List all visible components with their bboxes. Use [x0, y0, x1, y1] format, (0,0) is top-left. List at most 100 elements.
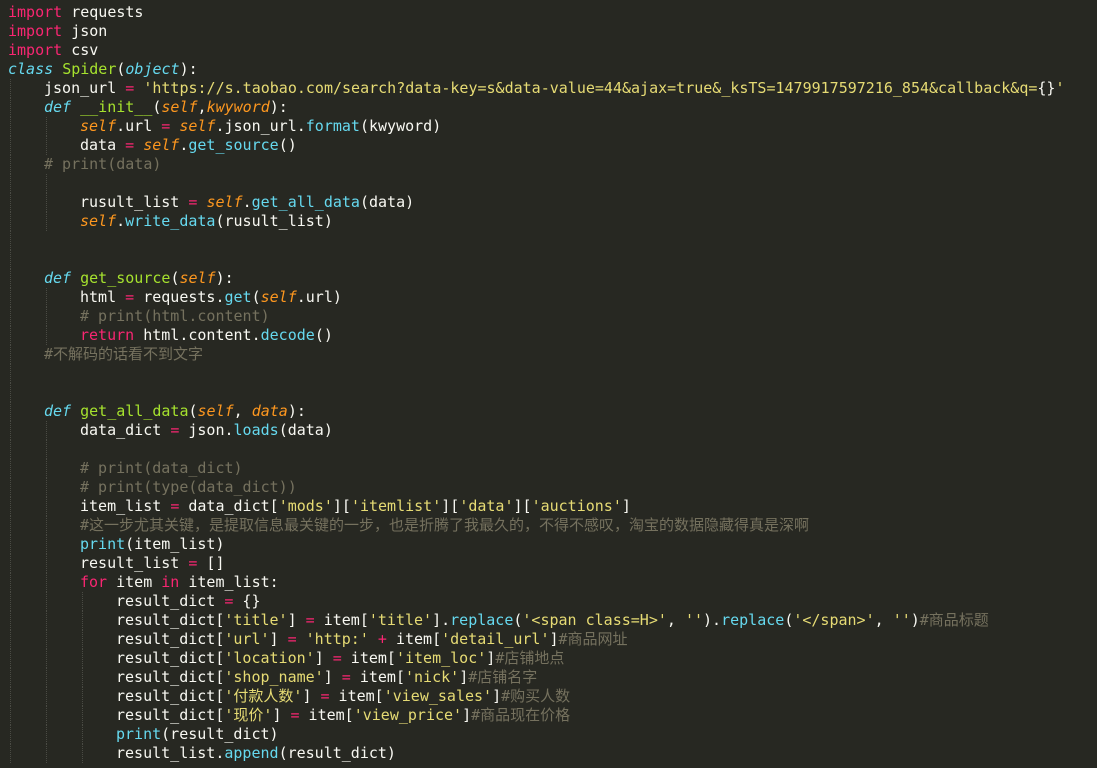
indent-guide	[46, 725, 48, 744]
code-line[interactable]: #这一步尤其关键，是提取信息最关键的一步，也是折腾了我最久的，不得不感叹，淘宝的…	[0, 516, 1097, 535]
code-line[interactable]	[0, 174, 1097, 193]
code-line-content: return html.content.decode()	[8, 326, 333, 344]
indent-guide	[10, 554, 12, 573]
code-line[interactable]: return html.content.decode()	[0, 326, 1097, 345]
code-area[interactable]: import requests import json import csv clas…	[0, 0, 1097, 763]
code-token: requests.	[134, 288, 225, 306]
code-line[interactable]: rusult_list = self.get_all_data(data)	[0, 193, 1097, 212]
code-line[interactable]	[0, 383, 1097, 402]
code-token: __init__	[80, 98, 153, 116]
indent-guide	[10, 345, 12, 364]
code-line[interactable]: json_url = 'https://s.taobao.com/search?…	[0, 79, 1097, 98]
code-line[interactable]: import requests	[0, 3, 1097, 22]
indent-guide	[10, 706, 12, 725]
indent-guide	[46, 535, 48, 554]
code-line[interactable]: result_dict['shop_name'] = item['nick']#…	[0, 668, 1097, 687]
code-token: =	[287, 630, 297, 648]
code-token: =	[170, 421, 180, 439]
indent-guide	[82, 744, 84, 763]
code-line[interactable]: def __init__(self,kwyword):	[0, 98, 1097, 117]
code-line-content: print(item_list)	[8, 535, 225, 553]
code-line[interactable]: self.write_data(rusult_list)	[0, 212, 1097, 231]
code-line[interactable]	[0, 250, 1097, 269]
code-line[interactable]: print(item_list)	[0, 535, 1097, 554]
indent-guide	[10, 478, 12, 497]
indent-guide	[82, 725, 84, 744]
code-line[interactable]: result_list = []	[0, 554, 1097, 573]
code-token: ]	[459, 668, 469, 686]
code-line[interactable]: #不解码的话看不到文字	[0, 345, 1097, 364]
code-token: get_all_data	[80, 402, 189, 420]
code-token: ]	[287, 611, 306, 629]
code-line[interactable]: # print(data_dict)	[0, 459, 1097, 478]
code-token: ):	[215, 269, 234, 287]
code-token: =	[305, 611, 315, 629]
code-line[interactable]: # print(data)	[0, 155, 1097, 174]
code-token: ()	[278, 136, 297, 154]
indent-guide	[10, 288, 12, 307]
code-line-content: # print(type(data_dict))	[8, 478, 297, 496]
code-token: .	[116, 212, 126, 230]
code-token: in	[161, 573, 180, 591]
code-token: # print(data)	[44, 155, 162, 173]
code-line[interactable]: data = self.get_source()	[0, 136, 1097, 155]
code-token: print	[116, 725, 162, 743]
code-token: {}	[233, 592, 261, 610]
code-line-content: def __init__(self,kwyword):	[8, 98, 288, 116]
code-token: item[	[314, 611, 369, 629]
indent-guide	[46, 573, 48, 592]
code-line-content: class Spider(object):	[8, 60, 198, 78]
code-token: {}	[1037, 79, 1056, 97]
indent-guide	[46, 136, 48, 155]
code-token: ,	[874, 611, 893, 629]
code-token: result_list	[80, 554, 189, 572]
code-line[interactable]: def get_source(self):	[0, 269, 1097, 288]
code-line-content: self.url = self.json_url.format(kwyword)	[8, 117, 441, 135]
code-line[interactable]: html = requests.get(self.url)	[0, 288, 1097, 307]
code-line[interactable]: import json	[0, 22, 1097, 41]
code-editor[interactable]: import requests import json import csv clas…	[0, 0, 1097, 768]
indent-guide	[46, 174, 48, 193]
indent-guide	[10, 193, 12, 212]
code-line[interactable]: result_dict['现价'] = item['view_price']#商…	[0, 706, 1097, 725]
code-line-content: result_list.append(result_dict)	[8, 744, 396, 762]
code-token: result_dict[	[116, 668, 225, 686]
code-line-content: data = self.get_source()	[8, 136, 297, 154]
code-line[interactable]: import csv	[0, 41, 1097, 60]
code-line[interactable]: self.url = self.json_url.format(kwyword)	[0, 117, 1097, 136]
code-token: =	[125, 79, 135, 97]
code-line[interactable]	[0, 231, 1097, 250]
code-token: self	[260, 288, 297, 306]
code-line[interactable]: def get_all_data(self, data):	[0, 402, 1097, 421]
code-token: Spider	[62, 60, 117, 78]
code-line[interactable]: result_dict = {}	[0, 592, 1097, 611]
code-token: import	[8, 22, 63, 40]
indent-guide	[10, 364, 12, 383]
code-line[interactable]: result_dict['url'] = 'http:' + item['det…	[0, 630, 1097, 649]
code-line-content: result_dict['现价'] = item['view_price']#商…	[8, 706, 570, 724]
code-line[interactable]: result_list.append(result_dict)	[0, 744, 1097, 763]
code-line[interactable]	[0, 364, 1097, 383]
code-line[interactable]: class Spider(object):	[0, 60, 1097, 79]
indent-guide	[10, 440, 12, 459]
code-line[interactable]: item_list = data_dict['mods']['itemlist'…	[0, 497, 1097, 516]
code-token: get_source	[80, 269, 171, 287]
code-token: self	[80, 117, 117, 135]
code-line[interactable]: data_dict = json.loads(data)	[0, 421, 1097, 440]
code-token: ]	[462, 706, 472, 724]
code-token: '付款人数'	[224, 687, 303, 705]
code-token: result_dict[	[116, 630, 225, 648]
code-token: append	[224, 744, 279, 762]
code-line[interactable]: result_dict['location'] = item['item_loc…	[0, 649, 1097, 668]
code-line[interactable]: result_dict['title'] = item['title'].rep…	[0, 611, 1097, 630]
indent-guide	[10, 79, 12, 98]
code-line[interactable]: # print(html.content)	[0, 307, 1097, 326]
code-line[interactable]: for item in item_list:	[0, 573, 1097, 592]
code-token: def	[44, 402, 72, 420]
code-line[interactable]: # print(type(data_dict))	[0, 478, 1097, 497]
code-token: ,	[197, 98, 207, 116]
code-line[interactable]: print(result_dict)	[0, 725, 1097, 744]
code-line[interactable]	[0, 440, 1097, 459]
code-token: loads	[233, 421, 279, 439]
code-line[interactable]: result_dict['付款人数'] = item['view_sales']…	[0, 687, 1097, 706]
